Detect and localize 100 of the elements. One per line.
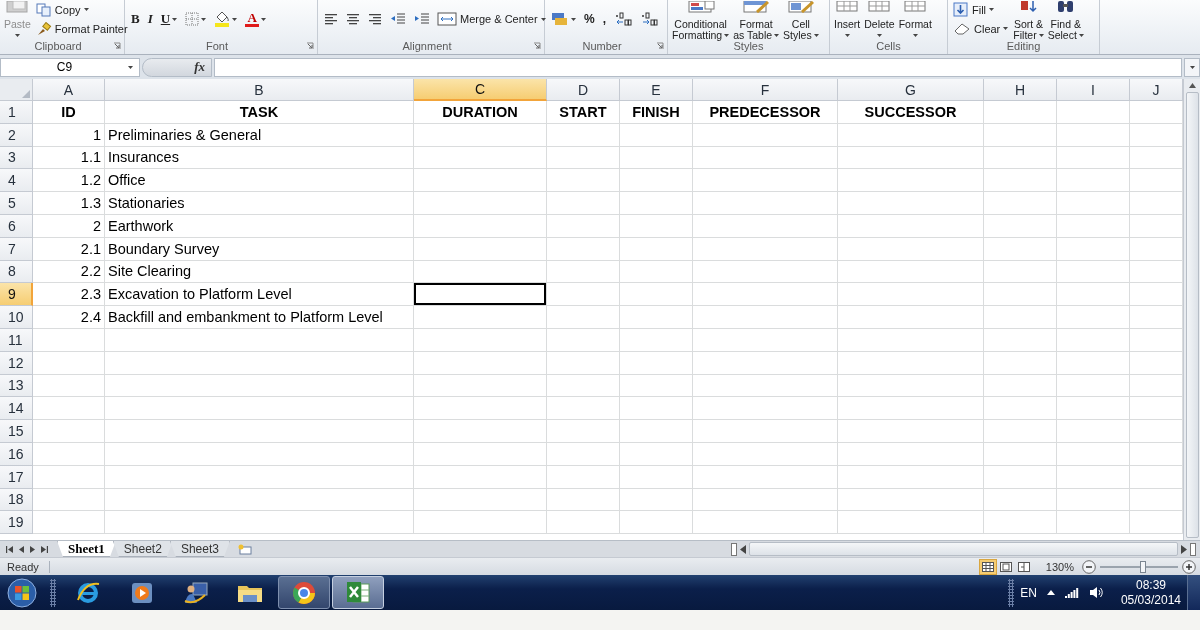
table-cell: ID xyxy=(33,101,105,124)
zoom-out-button[interactable] xyxy=(1082,559,1096,574)
row-header[interactable]: 8 xyxy=(0,260,33,284)
clock-time[interactable]: 08:39 xyxy=(1135,577,1166,593)
ribbon-button[interactable]: Cell Styles xyxy=(782,0,820,41)
up-arrow-icon[interactable] xyxy=(1046,590,1055,595)
ribbon-button[interactable]: Conditional Formatting xyxy=(671,0,731,41)
dialog-launcher-icon[interactable] xyxy=(306,41,314,50)
language-indicator[interactable]: EN xyxy=(1020,585,1037,600)
row-header[interactable]: 1 xyxy=(0,101,33,124)
row-header[interactable]: 7 xyxy=(0,237,33,261)
column-header[interactable]: I xyxy=(1057,79,1130,101)
split-handle-icon[interactable] xyxy=(1190,542,1196,556)
ribbon-button[interactable]: Merge & Center xyxy=(435,9,548,29)
column-header[interactable]: B xyxy=(105,79,414,101)
row-header[interactable]: 18 xyxy=(0,488,33,512)
bold-button[interactable]: B xyxy=(128,9,143,29)
dialog-launcher-icon[interactable] xyxy=(656,41,664,50)
column-header[interactable]: C xyxy=(414,79,547,101)
table-cell xyxy=(33,511,105,535)
vertical-scrollbar[interactable] xyxy=(1183,79,1200,540)
underline-button[interactable]: U xyxy=(157,9,181,29)
row-header[interactable]: 2 xyxy=(0,123,33,147)
column-header[interactable]: J xyxy=(1130,79,1183,101)
taskbar-button[interactable] xyxy=(278,576,330,609)
expand-button[interactable] xyxy=(1184,57,1200,77)
table-cell xyxy=(33,488,105,512)
row-header[interactable]: 10 xyxy=(0,306,33,329)
row-header[interactable]: 5 xyxy=(0,192,33,215)
caret-icon xyxy=(201,17,207,21)
view-button[interactable] xyxy=(1015,559,1032,574)
row-header[interactable]: 13 xyxy=(0,374,33,398)
ribbon-button[interactable]: Fill xyxy=(951,0,1011,19)
row-header[interactable]: 12 xyxy=(0,351,33,375)
signal-icon[interactable] xyxy=(1064,587,1079,598)
clock-date[interactable]: 05/03/2014 xyxy=(1120,592,1181,608)
formula-input[interactable] xyxy=(214,57,1182,77)
italic-button[interactable]: I xyxy=(144,9,156,29)
table-cell: START xyxy=(547,101,620,124)
ribbon-button[interactable]: Delete xyxy=(863,0,896,37)
split-handle-icon[interactable] xyxy=(731,542,737,556)
first-sheet-icon[interactable] xyxy=(6,545,13,553)
next-sheet-icon[interactable] xyxy=(30,545,35,553)
sheet-tab[interactable]: Sheet1 xyxy=(57,541,116,557)
percent-button[interactable]: % xyxy=(581,9,598,29)
row-header[interactable]: 4 xyxy=(0,169,33,193)
row-header[interactable]: 9 xyxy=(0,283,33,307)
view-button[interactable] xyxy=(979,559,996,574)
table-cell: 1.1 xyxy=(33,146,105,170)
sheet-tab[interactable]: Sheet3 xyxy=(169,541,230,557)
zoom-level[interactable]: 130% xyxy=(1033,560,1082,573)
ribbon-button[interactable]: Format Painter xyxy=(33,19,130,38)
row-header[interactable]: 11 xyxy=(0,328,33,352)
merge-cells-icon xyxy=(437,12,457,26)
ribbon-button[interactable]: Format xyxy=(897,0,933,37)
function-button[interactable]: fx xyxy=(142,57,212,77)
comma-button[interactable]: , xyxy=(599,9,609,29)
column-header[interactable]: H xyxy=(984,79,1057,101)
dialog-launcher-icon[interactable] xyxy=(533,41,541,50)
zoom-in-button[interactable] xyxy=(1182,559,1196,574)
ribbon-button[interactable]: Copy xyxy=(33,0,130,19)
table-cell xyxy=(33,328,105,352)
dialog-launcher-icon[interactable] xyxy=(113,41,121,50)
last-sheet-icon[interactable] xyxy=(41,545,48,553)
column-header[interactable]: E xyxy=(620,79,693,101)
table-cell: TASK xyxy=(105,101,414,124)
money-icon xyxy=(551,12,569,26)
name-box[interactable]: C9 xyxy=(0,57,140,77)
row-header[interactable]: 16 xyxy=(0,442,33,466)
speaker-icon[interactable] xyxy=(1088,586,1103,599)
ribbon-button[interactable]: Clear xyxy=(951,19,1011,38)
row-header[interactable]: 17 xyxy=(0,465,33,489)
previous-sheet-icon[interactable] xyxy=(19,545,24,553)
ribbon-button[interactable]: Find & Select xyxy=(1046,0,1085,41)
horizontal-scrollbar[interactable] xyxy=(749,542,1178,556)
ribbon-button[interactable]: Format as Table xyxy=(732,0,781,41)
table-cell: 1 xyxy=(33,123,105,147)
show-desktop-button[interactable] xyxy=(1187,575,1200,610)
row-header[interactable]: 15 xyxy=(0,420,33,443)
ribbon-button[interactable]: Insert xyxy=(833,0,862,37)
table-cell: Preliminaries & General xyxy=(105,123,414,147)
figure-icon xyxy=(183,580,209,605)
scroll-up-icon[interactable] xyxy=(1187,82,1197,90)
column-header[interactable]: D xyxy=(547,79,620,101)
slider-thumb[interactable] xyxy=(1140,560,1147,573)
column-header[interactable]: F xyxy=(693,79,838,101)
row-header[interactable]: 14 xyxy=(0,397,33,421)
view-button[interactable] xyxy=(997,559,1014,574)
scroll-left-icon[interactable] xyxy=(740,544,746,554)
group-label: Number xyxy=(581,39,623,52)
column-header[interactable]: G xyxy=(838,79,984,101)
ribbon-button[interactable]: Sort & Filter xyxy=(1012,0,1045,41)
row-header[interactable]: 3 xyxy=(0,146,33,170)
row-header[interactable]: 19 xyxy=(0,511,33,535)
indent-icon xyxy=(414,13,430,25)
font-color-button[interactable]: A xyxy=(242,9,270,29)
sheet-tab[interactable]: Sheet2 xyxy=(112,541,173,557)
row-header[interactable]: 6 xyxy=(0,215,33,238)
scroll-right-icon[interactable] xyxy=(1181,544,1187,554)
column-header[interactable]: A xyxy=(33,79,105,101)
